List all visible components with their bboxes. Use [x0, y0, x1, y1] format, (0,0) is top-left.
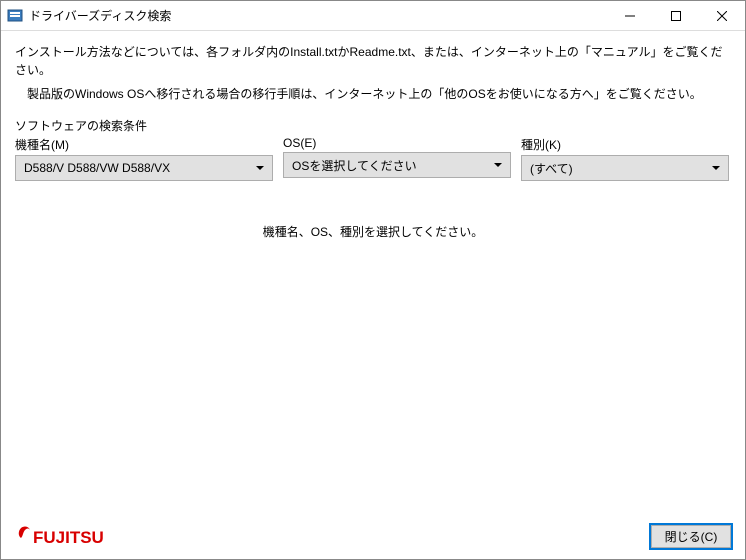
titlebar: ドライバーズディスク検索	[1, 1, 745, 31]
model-label: 機種名(M)	[15, 136, 273, 153]
model-field: 機種名(M) D588/V D588/VW D588/VX	[15, 136, 273, 181]
close-button[interactable]: 閉じる(C)	[651, 525, 731, 548]
model-dropdown[interactable]: D588/V D588/VW D588/VX	[15, 155, 273, 181]
kind-label: 種別(K)	[521, 136, 729, 153]
kind-dropdown[interactable]: (すべて)	[521, 155, 729, 181]
window-title: ドライバーズディスク検索	[29, 7, 607, 24]
maximize-button[interactable]	[653, 1, 699, 30]
info-line-1: インストール方法などについては、各フォルダ内のInstall.txtかReadm…	[15, 43, 731, 79]
kind-value: (すべて)	[530, 160, 712, 177]
kind-field: 種別(K) (すべて)	[521, 136, 729, 181]
instruction-message: 機種名、OS、種別を選択してください。	[15, 223, 731, 240]
close-button-label: 閉じる(C)	[665, 528, 718, 545]
search-section-title: ソフトウェアの検索条件	[15, 117, 731, 134]
os-dropdown[interactable]: OSを選択してください	[283, 152, 511, 178]
close-window-button[interactable]	[699, 1, 745, 30]
info-line-2: 製品版のWindows OSへ移行される場合の移行手順は、インターネット上の「他…	[27, 85, 731, 103]
os-field: OS(E) OSを選択してください	[283, 136, 511, 181]
os-value: OSを選択してください	[292, 157, 494, 174]
spacer	[15, 240, 731, 519]
app-window: ドライバーズディスク検索 インストール方法などについては、各フォルダ内のInst…	[0, 0, 746, 560]
search-fields: 機種名(M) D588/V D588/VW D588/VX OS(E) OSを選…	[15, 136, 731, 181]
chevron-down-icon	[712, 166, 720, 170]
app-icon	[7, 8, 23, 24]
footer: FUJITSU 閉じる(C)	[1, 519, 745, 559]
svg-text:FUJITSU: FUJITSU	[33, 528, 104, 547]
os-label: OS(E)	[283, 136, 511, 150]
minimize-button[interactable]	[607, 1, 653, 30]
chevron-down-icon	[256, 166, 264, 170]
model-value: D588/V D588/VW D588/VX	[24, 161, 256, 175]
chevron-down-icon	[494, 163, 502, 167]
content-area: インストール方法などについては、各フォルダ内のInstall.txtかReadm…	[1, 31, 745, 519]
fujitsu-logo: FUJITSU	[15, 522, 105, 550]
window-controls	[607, 1, 745, 30]
